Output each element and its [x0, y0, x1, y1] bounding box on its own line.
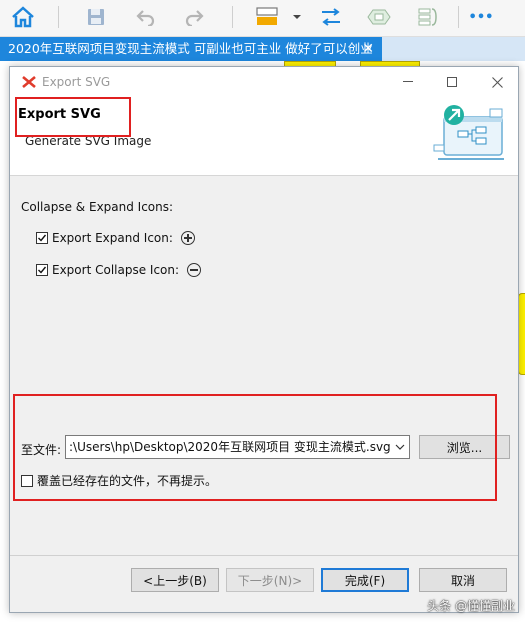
- export-svg-dialog: Export SVG Export SVG Generate SVG Image: [9, 66, 519, 613]
- back-button[interactable]: <上一步(B): [131, 568, 219, 592]
- home-icon[interactable]: [8, 3, 38, 31]
- export-banner-icon: [432, 103, 508, 168]
- export-expand-icon-option[interactable]: Export Expand Icon:: [36, 231, 195, 245]
- toolbar-separator: [458, 6, 459, 28]
- close-tab-icon[interactable]: ✕: [362, 37, 374, 61]
- footer-divider: [10, 555, 518, 556]
- expand-icon-option-label: Export Expand Icon:: [52, 231, 173, 245]
- document-tab[interactable]: 2020年互联网项目变现主流模式 可副业也可主业 做好了可以创业 ✕: [0, 37, 382, 61]
- document-tab-strip: 2020年互联网项目变现主流模式 可副业也可主业 做好了可以创业 ✕: [0, 37, 525, 61]
- dialog-window-title: Export SVG: [42, 75, 111, 89]
- dialog-titlebar: Export SVG: [10, 67, 518, 97]
- close-window-button[interactable]: [487, 72, 507, 92]
- minus-circle-icon: [187, 263, 202, 277]
- collapse-icon-checkbox[interactable]: [36, 264, 48, 276]
- more-icon[interactable]: •••: [466, 3, 496, 31]
- highlight-box-file: [13, 394, 497, 501]
- dropdown-arrow-icon[interactable]: [290, 3, 304, 31]
- toolbar-separator: [58, 6, 59, 28]
- summary-icon[interactable]: [414, 3, 442, 31]
- highlight-box-title: [15, 97, 131, 137]
- insert-topic-icon[interactable]: [252, 3, 282, 31]
- collapse-icon-option-label: Export Collapse Icon:: [52, 263, 180, 277]
- document-tab-title: 2020年互联网项目变现主流模式 可副业也可主业 做好了可以创业: [8, 41, 373, 56]
- maximize-button[interactable]: [442, 72, 462, 92]
- boundary-icon[interactable]: [364, 3, 394, 31]
- minimize-button[interactable]: [398, 72, 418, 92]
- toolbar: •••: [0, 0, 525, 37]
- collapse-expand-label: Collapse & Expand Icons:: [21, 200, 174, 214]
- save-icon[interactable]: [82, 3, 110, 31]
- relationship-icon[interactable]: [316, 3, 346, 31]
- expand-icon-checkbox[interactable]: [36, 232, 48, 244]
- topic-node: [518, 293, 525, 375]
- finish-button[interactable]: 完成(F): [321, 568, 409, 592]
- undo-icon[interactable]: [132, 3, 160, 31]
- export-collapse-icon-option[interactable]: Export Collapse Icon:: [36, 263, 202, 277]
- watermark: 头条 @懂懂副业: [427, 599, 515, 613]
- next-button[interactable]: 下一步(N)>: [226, 568, 314, 592]
- toolbar-separator: [232, 6, 233, 28]
- plus-circle-icon: [180, 231, 195, 245]
- cancel-button[interactable]: 取消: [419, 568, 507, 592]
- redo-icon[interactable]: [180, 3, 208, 31]
- xmind-logo-icon: [22, 76, 36, 91]
